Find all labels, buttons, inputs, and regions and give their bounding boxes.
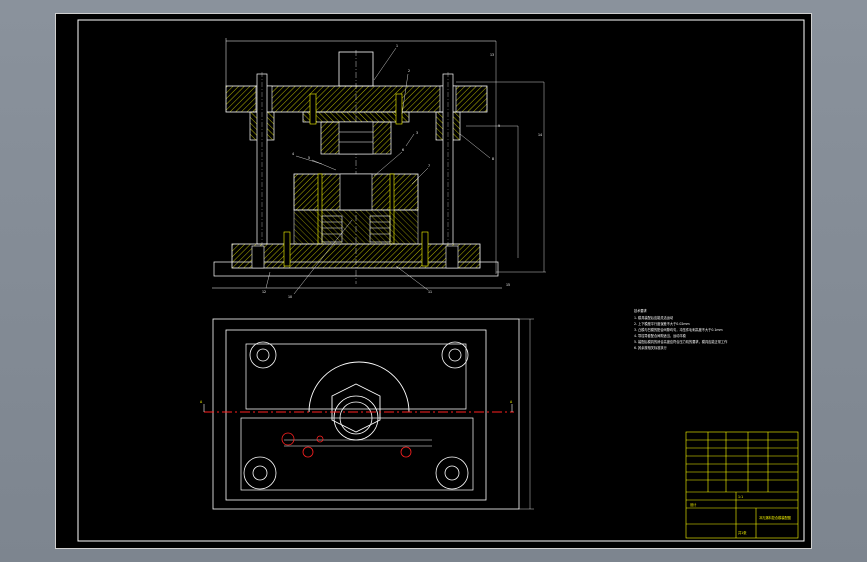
lower-die-set: [231, 243, 481, 269]
title-block-school: 设计: [690, 502, 697, 507]
cad-drawing: 1 2 3 4 5 6 7 8 9 10 11 12 13 14 15 A A …: [77, 19, 805, 542]
plan-view: A A: [200, 318, 534, 510]
hex-nut: [331, 383, 381, 433]
label-part-12: 12: [262, 290, 266, 294]
label-part-2: 2: [408, 69, 410, 73]
label-part-5: 5: [308, 156, 310, 160]
guide-hole-tr: [441, 341, 469, 369]
guide-hole-br: [435, 456, 469, 490]
technical-notes: 技术要求 1. 模具装配后应能灵活运动 2. 上下模座平行度误差不大于0.02m…: [634, 308, 728, 350]
section-marker-left: A: [200, 400, 203, 404]
label-part-11: 11: [428, 290, 432, 294]
title-block-title: 冲孔落料复合模装配图: [759, 515, 791, 520]
shank-outline: [308, 361, 410, 413]
title-block: [685, 431, 799, 539]
label-part-3: 3: [416, 131, 418, 135]
title-block-scale: 1:1: [738, 495, 743, 499]
label-part-4: 4: [292, 152, 294, 156]
label-part-10: 10: [288, 295, 292, 299]
label-part-14: 14: [538, 133, 542, 137]
label-part-6: 6: [402, 148, 404, 152]
label-part-13: 13: [490, 53, 494, 57]
punch-plate: [302, 111, 410, 123]
label-part-8: 8: [492, 157, 494, 161]
plan-die-set: [225, 329, 487, 501]
label-part-15: 15: [506, 283, 510, 287]
title-block-sheet: 共1张: [738, 530, 747, 535]
note-4: 4. 导柱导套配合间隙适当，运动平稳: [634, 333, 687, 338]
note-2: 2. 上下模座平行度误差不大于0.02mm: [634, 321, 690, 326]
note-3: 3. 凸模与凹模的配合间隙均匀，冲压件毛刺高度不大于0.1mm: [634, 327, 723, 332]
note-6: 6. 其余按相关标准执行: [634, 345, 668, 350]
note-5: 5. 装配后模具的闭合高度应符合压力机的要求，模具应能正常工作: [634, 339, 728, 344]
section-view: 1 2 3 4 5 6 7 8 9 10 11 12 13 14 15: [212, 38, 546, 299]
guide-hole-tl: [249, 341, 277, 369]
label-part-9: 9: [498, 124, 500, 128]
note-1: 1. 模具装配后应能灵活运动: [634, 315, 673, 320]
section-marker-right: A: [510, 400, 513, 404]
guide-hole-bl: [243, 456, 277, 490]
label-part-7: 7: [428, 164, 430, 168]
drawing-sheet: 1 2 3 4 5 6 7 8 9 10 11 12 13 14 15 A A …: [55, 13, 812, 549]
label-part-1: 1: [396, 44, 398, 48]
notes-title: 技术要求: [634, 308, 648, 313]
